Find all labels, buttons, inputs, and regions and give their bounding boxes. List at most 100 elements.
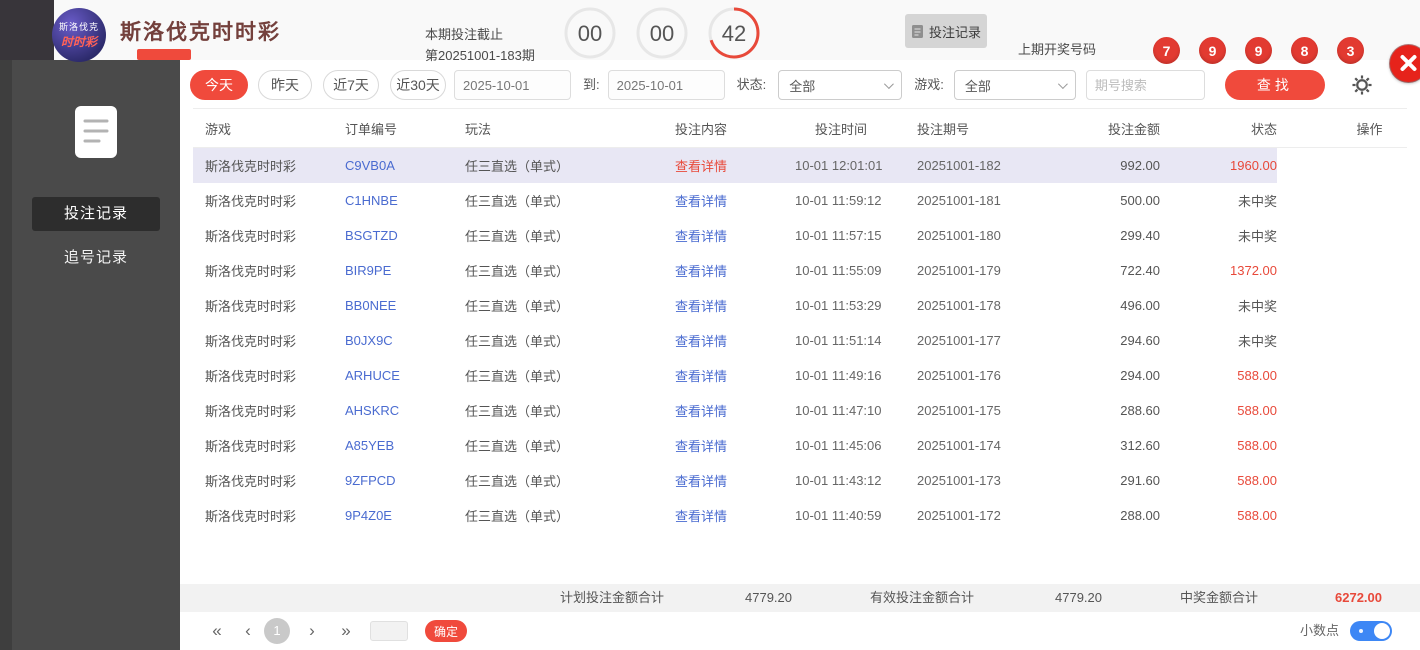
cell-detail-link[interactable]: 查看详情 bbox=[675, 226, 795, 245]
page-jump-confirm-button[interactable]: 确定 bbox=[425, 620, 467, 642]
search-button[interactable]: 查找 bbox=[1224, 70, 1325, 100]
cell-order-link[interactable]: C9VB0A bbox=[345, 158, 465, 173]
cell-time: 10-01 11:51:14 bbox=[795, 333, 882, 348]
table-row: 斯洛伐克时时彩 9P4Z0E 任三直选（单式） 查看详情 10-01 11:40… bbox=[193, 498, 1407, 533]
cell-game: 斯洛伐克时时彩 bbox=[205, 229, 297, 244]
table-row: 斯洛伐克时时彩 C1HNBE 任三直选（单式） 查看详情 10-01 11:59… bbox=[193, 183, 1407, 218]
win-total-label: 中奖金额合计 bbox=[1180, 590, 1259, 605]
cell-order-link[interactable]: BB0NEE bbox=[345, 298, 465, 313]
cell-action bbox=[1277, 323, 1407, 358]
countdown-timer: 00 00 42 bbox=[563, 6, 761, 60]
page-jump-input[interactable] bbox=[370, 621, 408, 641]
cell-action bbox=[1277, 253, 1407, 288]
cell-period: 20251001-177 bbox=[917, 333, 1001, 348]
draw-number-ball: 8 bbox=[1291, 37, 1318, 64]
cell-status: 未中奖 bbox=[1237, 334, 1277, 349]
site-logo: 斯洛伐克 时时彩 bbox=[52, 8, 106, 62]
cell-time: 10-01 11:43:12 bbox=[795, 473, 882, 488]
period-search-input[interactable] bbox=[1085, 70, 1205, 100]
date-to-input[interactable] bbox=[607, 70, 725, 100]
cell-period: 20251001-182 bbox=[917, 158, 1001, 173]
cell-time: 10-01 11:47:10 bbox=[795, 403, 882, 418]
cell-detail-link[interactable]: 查看详情 bbox=[675, 366, 795, 385]
cell-period: 20251001-180 bbox=[917, 228, 1001, 243]
status-select[interactable]: 全部 bbox=[778, 70, 903, 100]
cell-order-link[interactable]: A85YEB bbox=[345, 438, 465, 453]
cell-order-link[interactable]: BSGTZD bbox=[345, 228, 465, 243]
chevron-down-icon bbox=[884, 78, 895, 89]
close-button[interactable] bbox=[1390, 45, 1420, 82]
prev-page-button[interactable]: ‹ bbox=[240, 612, 256, 650]
sidebar-item-chase-records[interactable]: 追号记录 bbox=[32, 245, 160, 271]
filter-today-button[interactable]: 今天 bbox=[190, 70, 248, 100]
game-select-value: 全部 bbox=[964, 78, 991, 94]
cell-time: 10-01 12:01:01 bbox=[795, 158, 883, 173]
cell-detail-link[interactable]: 查看详情 bbox=[675, 436, 795, 455]
sidebar-item-bet-records[interactable]: 投注记录 bbox=[32, 197, 160, 231]
filter-last7days-button[interactable]: 近7天 bbox=[323, 70, 379, 100]
game-select[interactable]: 全部 bbox=[953, 70, 1076, 100]
table-row: 斯洛伐克时时彩 A85YEB 任三直选（单式） 查看详情 10-01 11:45… bbox=[193, 428, 1407, 463]
cell-amount: 288.00 bbox=[1120, 508, 1160, 523]
date-from-input[interactable] bbox=[454, 70, 571, 100]
cell-action bbox=[1277, 358, 1407, 393]
table-row: 斯洛伐克时时彩 BSGTZD 任三直选（单式） 查看详情 10-01 11:57… bbox=[193, 218, 1407, 253]
cell-detail-link[interactable]: 查看详情 bbox=[675, 156, 795, 175]
cell-period: 20251001-173 bbox=[917, 473, 1001, 488]
filter-last30days-button[interactable]: 近30天 bbox=[390, 70, 446, 100]
cell-detail-link[interactable]: 查看详情 bbox=[675, 191, 795, 210]
filter-yesterday-button[interactable]: 昨天 bbox=[258, 70, 312, 100]
current-page-button[interactable]: 1 bbox=[264, 618, 290, 644]
decimal-toggle[interactable] bbox=[1350, 621, 1392, 641]
cell-detail-link[interactable]: 查看详情 bbox=[675, 506, 795, 525]
cell-game: 斯洛伐克时时彩 bbox=[205, 334, 297, 349]
document-icon bbox=[912, 24, 923, 38]
next-page-button[interactable]: › bbox=[304, 612, 320, 650]
cell-play: 任三直选（单式） bbox=[465, 299, 570, 314]
countdown-seconds-circle: 42 bbox=[708, 7, 760, 59]
cell-action bbox=[1277, 498, 1407, 533]
win-total-value: 6272.00 bbox=[1335, 590, 1382, 605]
cell-status: 1372.00 bbox=[1230, 263, 1277, 278]
cell-order-link[interactable]: AHSKRC bbox=[345, 403, 465, 418]
col-header-period: 投注期号 bbox=[917, 121, 970, 137]
cell-order-link[interactable]: 9P4Z0E bbox=[345, 508, 465, 523]
svg-text:00: 00 bbox=[578, 21, 602, 46]
cell-order-link[interactable]: B0JX9C bbox=[345, 333, 465, 348]
cell-time: 10-01 11:55:09 bbox=[795, 263, 882, 278]
cell-play: 任三直选（单式） bbox=[465, 474, 570, 489]
cell-order-link[interactable]: 9ZFPCD bbox=[345, 473, 465, 488]
cell-play: 任三直选（单式） bbox=[465, 404, 570, 419]
table-row: 斯洛伐克时时彩 ARHUCE 任三直选（单式） 查看详情 10-01 11:49… bbox=[193, 358, 1407, 393]
header-dark-corner bbox=[0, 0, 54, 60]
first-page-button[interactable]: « bbox=[205, 612, 229, 650]
valid-total-label: 有效投注金额合计 bbox=[870, 590, 975, 605]
draw-number-ball: 9 bbox=[1199, 37, 1226, 64]
cell-order-link[interactable]: BIR9PE bbox=[345, 263, 465, 278]
cell-detail-link[interactable]: 查看详情 bbox=[675, 471, 795, 490]
bet-records-button[interactable]: 投注记录 bbox=[905, 14, 987, 48]
cell-time: 10-01 11:49:16 bbox=[795, 368, 882, 383]
table-header: 游戏 订单编号 玩法 投注内容 投注时间 投注期号 投注金额 状态 操作 bbox=[193, 108, 1407, 148]
cell-detail-link[interactable]: 查看详情 bbox=[675, 331, 795, 350]
col-header-play: 玩法 bbox=[465, 121, 492, 137]
cell-order-link[interactable]: ARHUCE bbox=[345, 368, 465, 383]
cell-detail-link[interactable]: 查看详情 bbox=[675, 261, 795, 280]
settings-button[interactable] bbox=[1351, 74, 1373, 99]
countdown-minutes-circle: 00 bbox=[636, 7, 688, 59]
cell-period: 20251001-178 bbox=[917, 298, 1001, 313]
cell-play: 任三直选（单式） bbox=[465, 229, 570, 244]
svg-text:42: 42 bbox=[722, 21, 746, 46]
cell-order-link[interactable]: C1HNBE bbox=[345, 193, 465, 208]
to-label: 到: bbox=[583, 77, 600, 92]
toggle-knob bbox=[1374, 623, 1390, 639]
cell-time: 10-01 11:40:59 bbox=[795, 508, 882, 523]
cell-detail-link[interactable]: 查看详情 bbox=[675, 296, 795, 315]
gear-icon bbox=[1352, 75, 1372, 95]
current-period-label: 第20251001-183期 bbox=[425, 48, 535, 63]
logo-text-bottom: 时时彩 bbox=[60, 35, 97, 49]
status-select-value: 全部 bbox=[789, 78, 816, 94]
last-page-button[interactable]: » bbox=[334, 612, 358, 650]
cell-detail-link[interactable]: 查看详情 bbox=[675, 401, 795, 420]
cell-play: 任三直选（单式） bbox=[465, 439, 570, 454]
